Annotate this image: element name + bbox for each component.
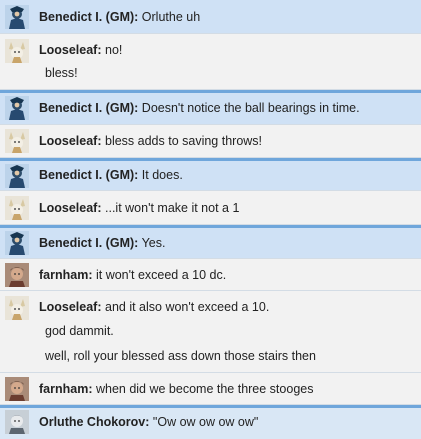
message-text: it won't exceed a 10 dc.	[95, 268, 227, 282]
chat-message-gm: Benedict I. (GM): Doesn't notice the bal…	[0, 90, 421, 125]
message-text: It does.	[141, 168, 183, 182]
speaker-name: Benedict I. (GM):	[39, 10, 139, 24]
chat-message-looseleaf: Looseleaf: and it also won't exceed a 10…	[0, 291, 421, 373]
speaker-name: Orluthe Chokorov:	[39, 415, 150, 429]
looseleaf-avatar-icon	[5, 129, 29, 153]
farnham-avatar-icon	[5, 377, 29, 401]
gm-avatar-icon	[5, 231, 29, 255]
speaker-name: Benedict I. (GM):	[39, 101, 139, 115]
looseleaf-avatar-icon	[5, 39, 29, 63]
message-text: Yes.	[141, 236, 166, 250]
message-text: "Ow ow ow ow ow"	[152, 415, 259, 429]
speaker-name: Benedict I. (GM):	[39, 168, 139, 182]
chat-message-looseleaf: Looseleaf: no! bless!	[0, 34, 421, 90]
chat-message-gm: Benedict I. (GM): It does.	[0, 158, 421, 191]
speaker-name: Looseleaf:	[39, 134, 102, 148]
gm-avatar-icon	[5, 96, 29, 120]
message-text: when did we become the three stooges	[95, 382, 314, 396]
message-text: bless!	[45, 66, 78, 80]
chat-message-looseleaf: Looseleaf: bless adds to saving throws!	[0, 125, 421, 158]
speaker-name: farnham:	[39, 268, 93, 282]
speaker-name: Looseleaf:	[39, 201, 102, 215]
chat-log: Benedict I. (GM): Orluthe uh Looseleaf: …	[0, 0, 421, 439]
looseleaf-avatar-icon	[5, 196, 29, 220]
chat-message-gm: Benedict I. (GM): Yes.	[0, 225, 421, 259]
farnham-avatar-icon	[5, 263, 29, 287]
message-text: bless adds to saving throws!	[105, 134, 263, 148]
gm-avatar-icon	[5, 164, 29, 188]
message-text: Doesn't notice the ball bearings in time…	[141, 101, 360, 115]
chat-message-gm: Benedict I. (GM): Orluthe uh	[0, 0, 421, 34]
message-text: no!	[105, 43, 123, 57]
gm-avatar-icon	[5, 5, 29, 29]
orluthe-avatar-icon	[5, 410, 29, 434]
message-text: god dammit.	[45, 324, 114, 338]
message-text: and it also won't exceed a 10.	[105, 300, 270, 314]
chat-message-orluthe: Orluthe Chokorov: "Ow ow ow ow ow"	[0, 405, 421, 439]
speaker-name: Looseleaf:	[39, 300, 102, 314]
chat-message-looseleaf: Looseleaf: ...it won't make it not a 1	[0, 191, 421, 225]
message-text: Orluthe uh	[141, 10, 201, 24]
chat-message-farnham: farnham: when did we become the three st…	[0, 373, 421, 405]
speaker-name: Benedict I. (GM):	[39, 236, 139, 250]
message-text: ...it won't make it not a 1	[105, 201, 240, 215]
speaker-name: farnham:	[39, 382, 93, 396]
message-text: well, roll your blessed ass down those s…	[45, 349, 316, 363]
looseleaf-avatar-icon	[5, 296, 29, 320]
speaker-name: Looseleaf:	[39, 43, 102, 57]
chat-message-farnham: farnham: it won't exceed a 10 dc.	[0, 259, 421, 291]
